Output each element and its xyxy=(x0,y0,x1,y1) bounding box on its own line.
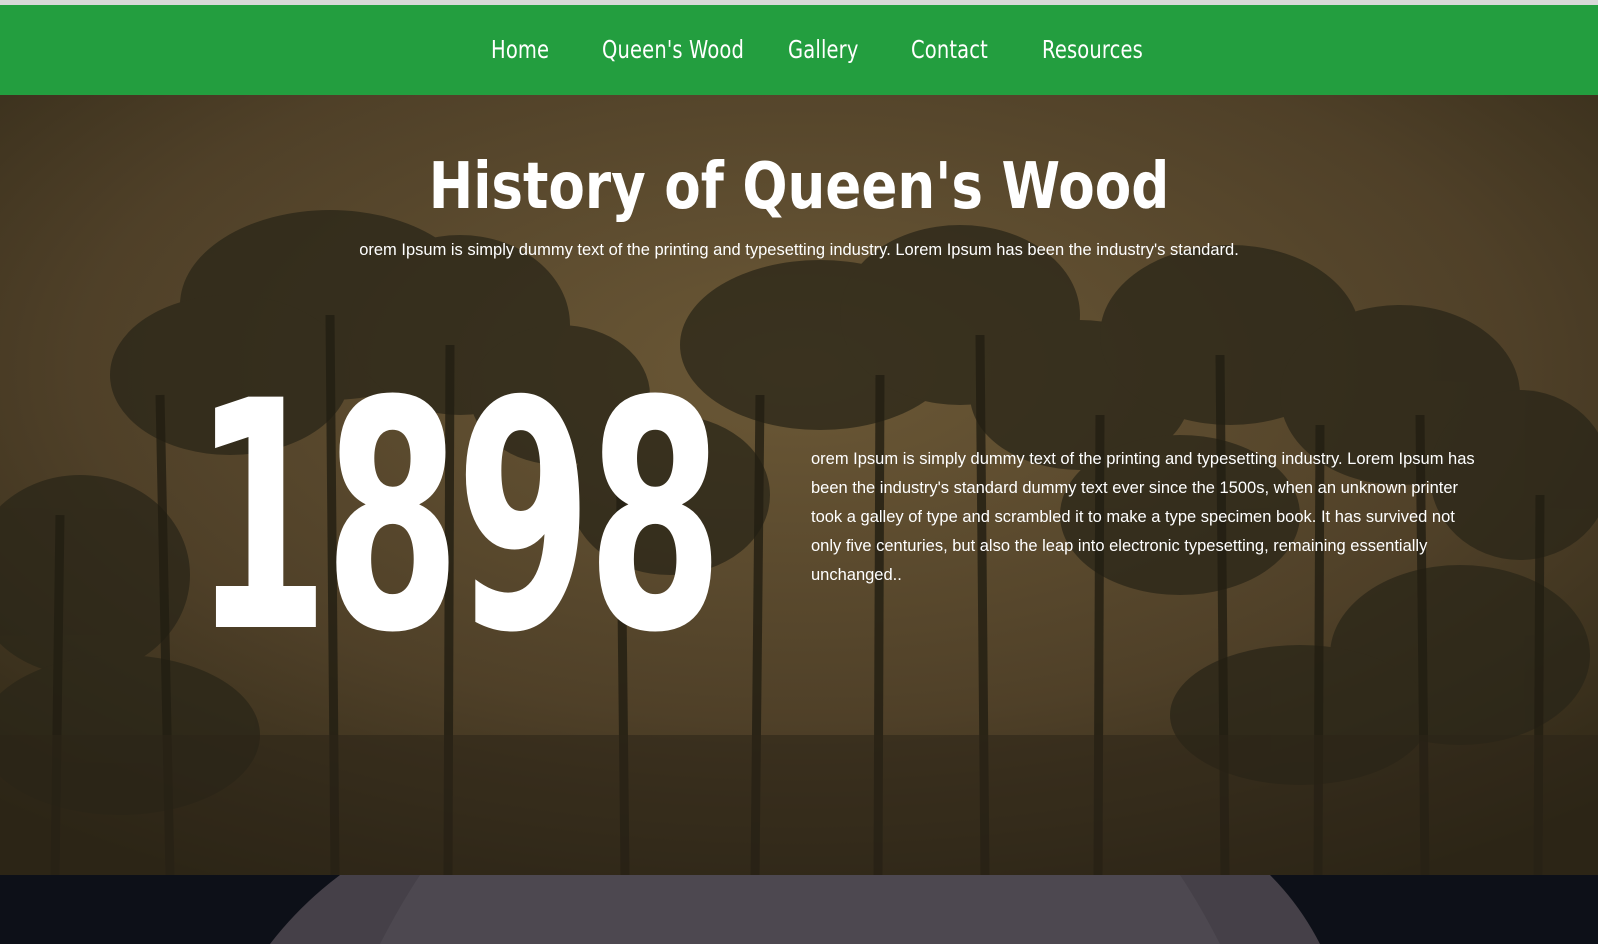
nav-item-contact[interactable]: Contact xyxy=(911,35,988,64)
intro-text: orem Ipsum is simply dummy text of the p… xyxy=(359,241,1239,259)
next-section-image xyxy=(0,875,1598,944)
year-display: 1898 xyxy=(193,334,723,702)
page-title: History of Queen's Wood xyxy=(428,150,1170,224)
nav-item-home[interactable]: Home xyxy=(491,35,549,64)
nav-item-resources[interactable]: Resources xyxy=(1042,35,1143,64)
next-section-preview xyxy=(0,875,1598,944)
nav-item-queens-wood[interactable]: Queen's Wood xyxy=(602,35,744,64)
nav-item-gallery[interactable]: Gallery xyxy=(788,35,859,64)
history-body-text: orem Ipsum is simply dummy text of the p… xyxy=(811,450,1475,584)
main-navigation: Home Queen's Wood Gallery Contact Resour… xyxy=(0,5,1598,95)
